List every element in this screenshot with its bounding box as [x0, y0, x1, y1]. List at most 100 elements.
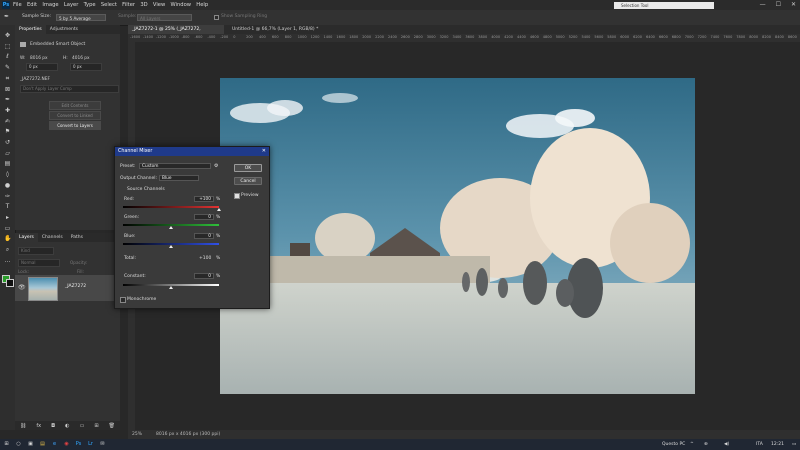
doc-tab-jaz7272[interactable]: _JAZ7272-1 @ 25% (_JAZ7272, RGB/16) * [128, 25, 224, 41]
move-tool-icon[interactable]: ✥ [4, 33, 11, 39]
menu-layer[interactable]: Layer [64, 0, 78, 10]
convert-to-layers-button[interactable]: Convert to Layers [49, 121, 101, 130]
healing-tool-icon[interactable]: ✚ [4, 107, 11, 114]
history-brush-tool-icon[interactable]: ↺ [4, 140, 11, 146]
search-icon[interactable]: ○ [15, 441, 22, 448]
windows-start-icon[interactable]: ⊞ [3, 441, 10, 448]
edit-contents-button[interactable]: Edit Contents [49, 101, 101, 110]
more-tools-icon[interactable]: … [4, 257, 11, 264]
zoom-level[interactable]: 25% [132, 430, 142, 439]
eyedropper-icon[interactable]: ✒ [4, 13, 9, 20]
new-layer-icon[interactable]: ⊞ [94, 423, 98, 429]
zoom-tool-icon[interactable]: ⌕ [4, 247, 11, 253]
menu-image[interactable]: Image [42, 0, 58, 10]
maximize-icon[interactable]: ☐ [776, 0, 781, 10]
mail-icon[interactable]: ✉ [99, 441, 106, 448]
this-pc-label[interactable]: Questo PC [662, 439, 685, 450]
visibility-eye-icon[interactable]: 👁 [18, 284, 26, 291]
tab-properties[interactable]: Properties [15, 25, 46, 34]
tab-adjustments[interactable]: Adjustments [46, 25, 82, 34]
blur-tool-icon[interactable]: ◊ [4, 172, 11, 178]
clone-stamp-tool-icon[interactable]: ⚑ [4, 129, 11, 135]
layer-row[interactable]: 👁 _JAZ7272 [15, 275, 120, 301]
y-field[interactable]: 0 px [70, 63, 102, 71]
x-field[interactable]: 0 px [26, 63, 58, 71]
hand-tool-icon[interactable]: ✋ [4, 236, 11, 242]
task-view-icon[interactable]: ▣ [27, 441, 34, 448]
ok-button[interactable]: OK [234, 164, 262, 172]
layer-style-icon[interactable]: fx [36, 423, 41, 429]
selection-search-box[interactable]: Selection Tool [614, 2, 714, 9]
menu-3d[interactable]: 3D [140, 0, 147, 10]
document-image[interactable] [220, 78, 695, 394]
constant-slider-thumb[interactable] [169, 286, 173, 289]
dodge-tool-icon[interactable]: ● [4, 182, 11, 189]
frame-tool-icon[interactable]: ⊠ [4, 86, 11, 93]
blue-value-field[interactable]: 0 [194, 233, 214, 239]
brush-tool-icon[interactable]: ✍ [4, 118, 11, 125]
menu-view[interactable]: View [153, 0, 165, 10]
path-select-tool-icon[interactable]: ▸ [4, 214, 11, 221]
menu-edit[interactable]: Edit [27, 0, 37, 10]
convert-to-linked-button[interactable]: Convert to Linked [49, 111, 101, 120]
lightroom-taskbar-icon[interactable]: Lr [87, 441, 94, 448]
red-value-field[interactable]: +100 [194, 196, 214, 202]
crop-tool-icon[interactable]: ⌗ [4, 75, 11, 82]
delete-layer-icon[interactable]: 🗑 [109, 423, 115, 429]
shape-tool-icon[interactable]: ▭ [4, 225, 11, 232]
adjustment-layer-icon[interactable]: ◐ [65, 423, 69, 429]
sample-size-dropdown[interactable]: 5 by 5 Average [56, 14, 106, 21]
new-group-icon[interactable]: ▭ [80, 423, 85, 429]
output-channel-dropdown[interactable]: Blue [159, 175, 199, 181]
file-explorer-icon[interactable]: ▤ [39, 441, 46, 448]
clock[interactable]: 12:21 [771, 439, 784, 450]
link-layers-icon[interactable]: ⛓ [20, 423, 26, 429]
menu-window[interactable]: Window [171, 0, 191, 10]
red-slider-thumb[interactable] [217, 208, 221, 211]
eraser-tool-icon[interactable]: ▱ [4, 150, 11, 157]
minimize-icon[interactable]: — [760, 0, 766, 10]
network-icon[interactable]: ⊛ [704, 439, 708, 450]
red-slider[interactable] [123, 206, 219, 208]
quick-select-tool-icon[interactable]: ✎ [4, 65, 11, 71]
lasso-tool-icon[interactable]: ℓ [4, 54, 11, 60]
language-indicator[interactable]: ITA [756, 439, 763, 450]
blend-mode-dropdown[interactable]: Normal [18, 259, 60, 267]
tab-layers[interactable]: Layers [15, 233, 38, 242]
layer-mask-icon[interactable]: ◘ [51, 423, 55, 429]
constant-value-field[interactable]: 0 [194, 273, 214, 279]
eyedropper-tool-icon[interactable]: ✒ [4, 97, 11, 103]
blue-slider-thumb[interactable] [169, 245, 173, 248]
menu-filter[interactable]: Filter [122, 0, 135, 10]
menu-type[interactable]: Type [84, 0, 96, 10]
preview-checkbox[interactable] [234, 193, 240, 199]
pen-tool-icon[interactable]: ✑ [4, 193, 11, 200]
close-window-icon[interactable]: ✕ [791, 0, 796, 10]
preset-options-gear-icon[interactable]: ⚙ [214, 163, 218, 169]
photoshop-taskbar-icon[interactable]: Ps [75, 441, 82, 448]
layer-kind-filter[interactable]: Kind [18, 247, 54, 255]
monochrome-checkbox[interactable] [120, 297, 126, 303]
type-tool-icon[interactable]: T [4, 204, 11, 210]
menu-file[interactable]: File [13, 0, 22, 10]
sample-dropdown[interactable]: All Layers [137, 14, 192, 21]
green-value-field[interactable]: 0 [194, 214, 214, 220]
chrome-icon[interactable]: ◉ [63, 441, 70, 448]
tab-channels[interactable]: Channels [38, 233, 67, 242]
show-ring-checkbox[interactable] [214, 15, 219, 20]
edge-browser-icon[interactable]: e [51, 441, 58, 448]
cancel-button[interactable]: Cancel [234, 177, 262, 185]
dialog-close-icon[interactable]: ✕ [262, 147, 266, 156]
menu-select[interactable]: Select [101, 0, 117, 10]
doc-tab-untitled[interactable]: Untitled-1 @ 66,7% (Layer 1, RGB/8) * [228, 25, 322, 34]
volume-icon[interactable]: ◀) [724, 439, 729, 450]
show-hidden-icons[interactable]: ^ [690, 439, 694, 450]
tab-paths[interactable]: Paths [67, 233, 87, 242]
layer-comp-dropdown[interactable]: Don't Apply Layer Comp [20, 85, 119, 93]
marquee-tool-icon[interactable]: ⬚ [4, 43, 11, 50]
menu-help[interactable]: Help [196, 0, 208, 10]
notifications-icon[interactable]: ▭ [792, 439, 796, 450]
gradient-tool-icon[interactable]: ▤ [4, 161, 11, 167]
preset-dropdown[interactable]: Custom [139, 163, 211, 169]
green-slider-thumb[interactable] [169, 226, 173, 229]
